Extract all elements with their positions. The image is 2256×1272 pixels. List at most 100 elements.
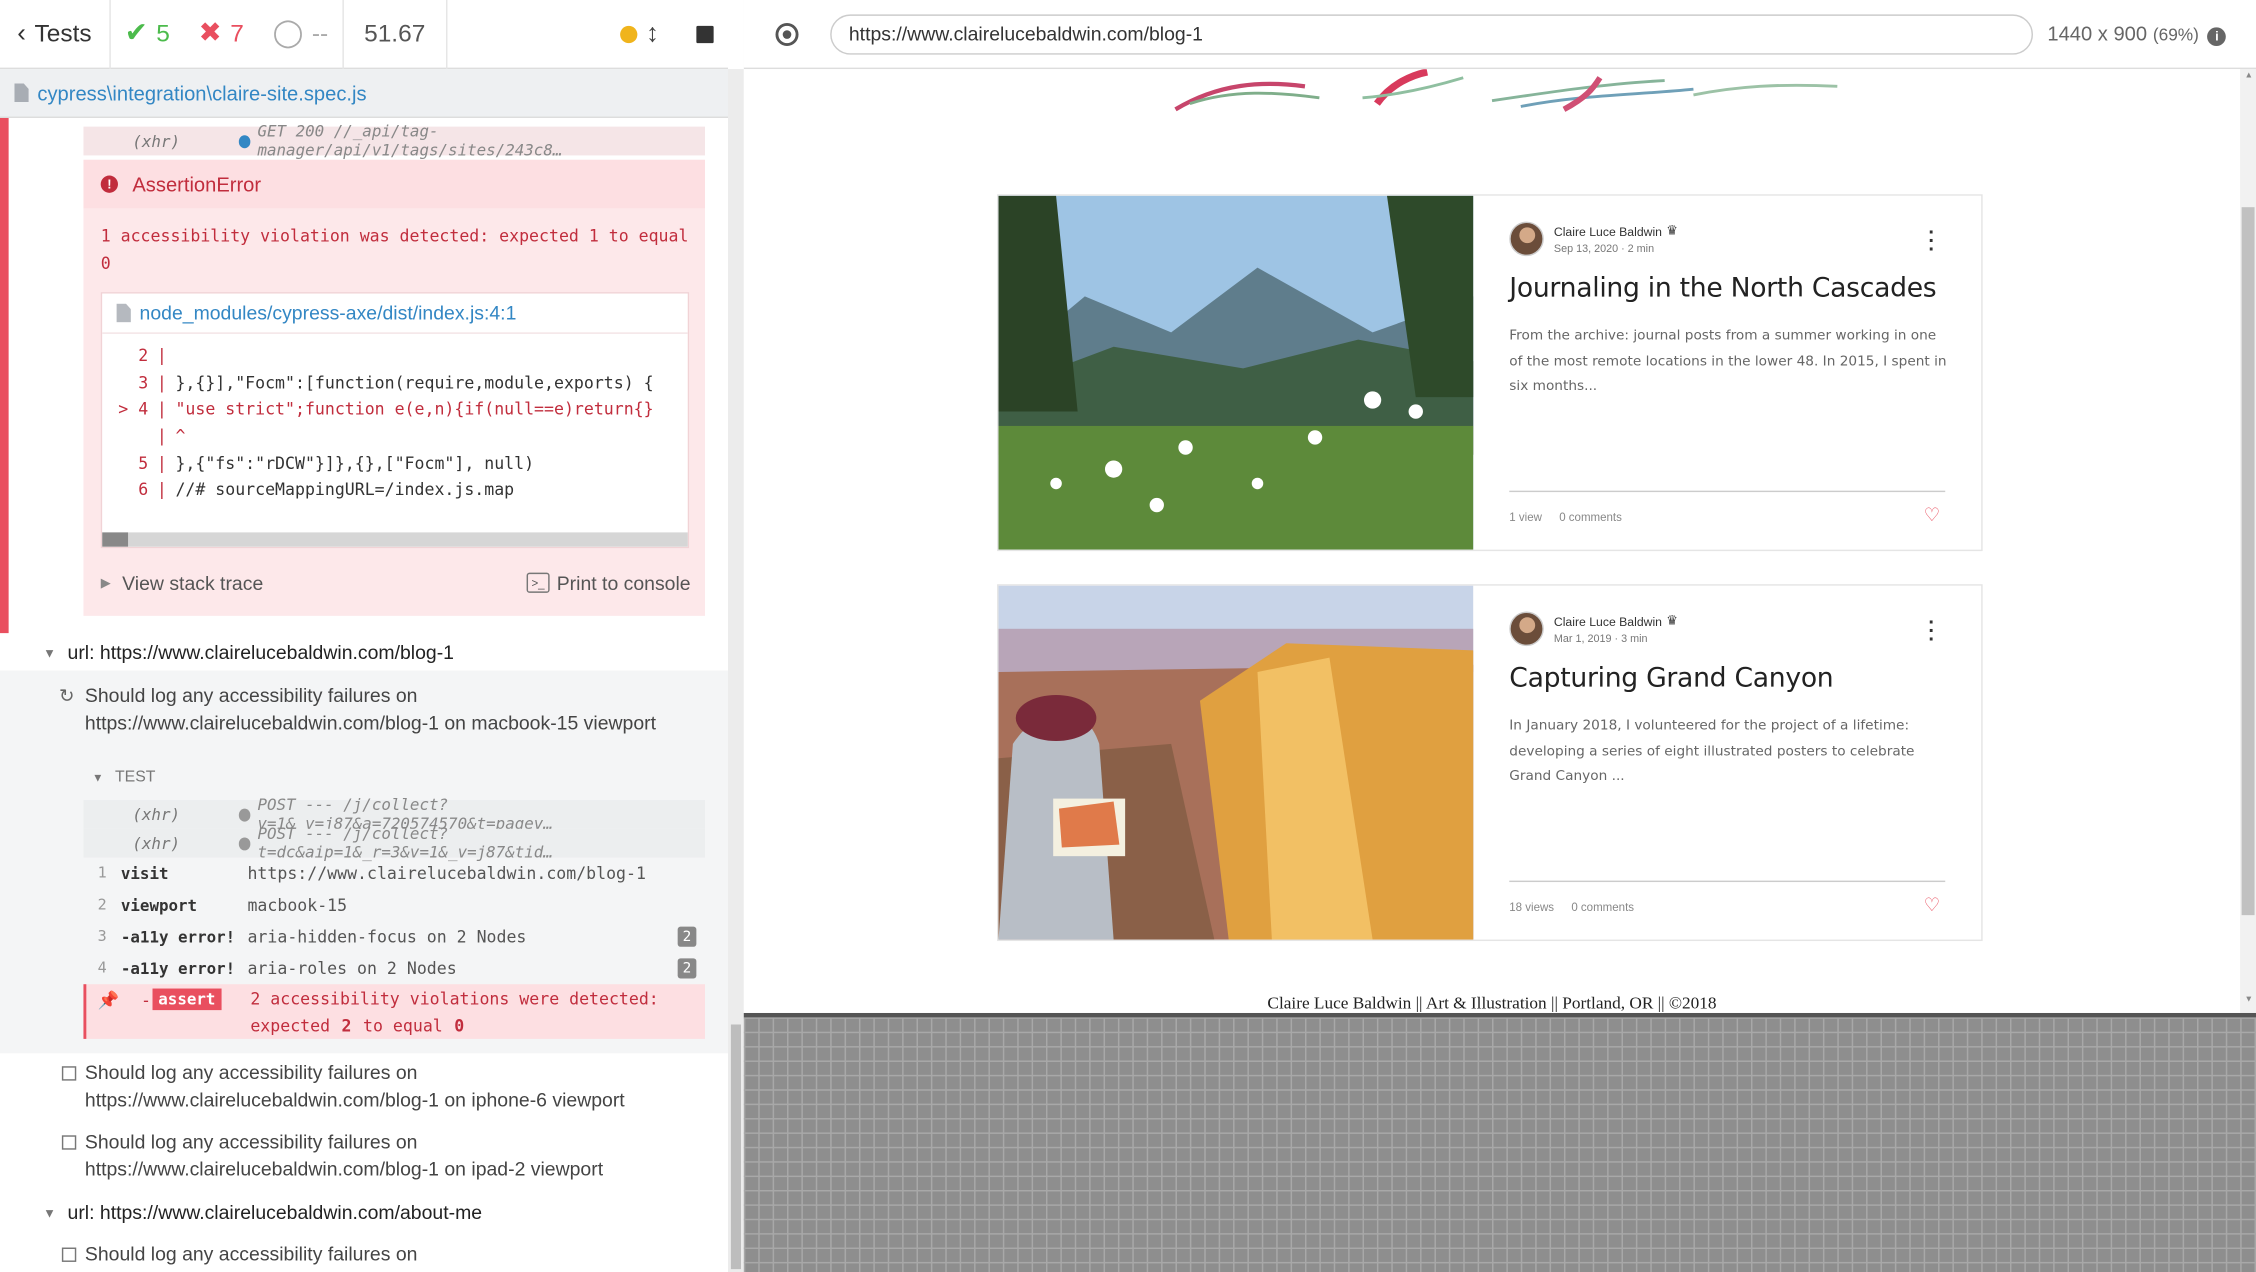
blog-post-card[interactable]: Claire Luce Baldwin ♛ Mar 1, 2019 · 3 min… [997,584,1983,942]
scroll-down-icon[interactable]: ▼ [2244,996,2253,1005]
comment-count[interactable]: 0 comments [1559,511,1622,524]
author-name[interactable]: Claire Luce Baldwin [1554,614,1662,628]
assert-badge: assert [152,988,222,1011]
spec-path[interactable]: cypress\integration\claire-site.spec.js [37,81,366,104]
blog-post-card[interactable]: Claire Luce Baldwin ♛ Sep 13, 2020 · 2 mi… [997,194,1983,552]
code-frame: node_modules/cypress-axe/dist/index.js:4… [100,292,690,549]
test-title[interactable]: Should log any accessibility failures on… [85,682,661,737]
reporter-header: ‹ Tests ✔ 5 ✖ 7 ◯ -- 51.67 ↕ [0,0,729,70]
suite-blog-1[interactable]: ▼ url: https://www.clairelucebaldwin.com… [43,642,454,664]
post-author[interactable]: Claire Luce Baldwin ♛ Mar 1, 2019 · 3 min [1509,611,1948,647]
command-message: macbook-15 [247,895,348,916]
code-scrollbar[interactable] [102,532,688,547]
xhr-label: (xhr) [132,131,181,151]
pending-count: ◯ -- [258,0,342,68]
caret-down-icon: ▼ [92,770,104,784]
test-about-me[interactable]: Should log any accessibility failures on [85,1240,661,1267]
floral-banner-image [1174,69,1838,112]
tests-button[interactable]: ‹ Tests [0,0,111,69]
command-row[interactable]: 3 -a11y error! aria-hidden-focus on 2 No… [83,921,705,953]
command-row[interactable]: 2 viewport macbook-15 [83,889,705,921]
view-count: 1 view [1509,510,1542,524]
code-file-link[interactable]: node_modules/cypress-axe/dist/index.js:4… [140,302,517,324]
file-icon [14,83,29,103]
tests-label: Tests [34,19,92,47]
post-image-meadow[interactable] [998,195,1474,550]
more-options-icon[interactable]: · · · [1928,222,1935,259]
viewport-info[interactable]: 1440 x 900 (69%) i [2047,22,2227,47]
scrollbar-thumb[interactable] [102,532,129,547]
error-message: 1 accessibility violation was detected: … [100,225,689,274]
aut-header: https://www.clairelucebaldwin.com/blog-1… [743,0,2256,70]
refresh-running-icon: ↻ [58,684,75,707]
post-author[interactable]: Claire Luce Baldwin ♛ Sep 13, 2020 · 2 mi… [1509,221,1948,257]
like-heart-icon[interactable]: ♡ [1924,894,1941,917]
url-display[interactable]: https://www.clairelucebaldwin.com/blog-1 [830,13,2033,54]
xhr-log[interactable]: (xhr) GET 200 //_api/tag-manager/api/v1/… [83,122,706,160]
xhr-text: POST --- /j/collect?t=dc&aip=1&_r=3&v=1&… [257,824,553,862]
test-section-label[interactable]: ▼ TEST [92,768,155,785]
print-to-console-button[interactable]: >_ Print to console [526,572,691,594]
scroll-up-icon[interactable]: ▲ [2244,72,2253,81]
passed-number: 5 [156,19,170,47]
scrollbar-thumb[interactable] [2241,207,2255,916]
status-dot-icon [238,807,251,821]
code-line: 6 |//# sourceMappingURL=/index.js.map [102,476,688,503]
test-iphone-6[interactable]: Should log any accessibility failures on… [85,1059,661,1114]
command-name: viewport [120,895,198,915]
avatar[interactable] [1509,221,1544,257]
spec-file-bar[interactable]: cypress\integration\claire-site.spec.js [0,69,729,118]
auto-scroll-icon[interactable]: ↕ [646,19,659,49]
code-line: 2 | [102,342,688,369]
author-name[interactable]: Claire Luce Baldwin [1554,224,1662,238]
error-body: 1 accessibility violation was detected: … [83,208,706,616]
command-row[interactable]: 4 -a11y error! aria-roles on 2 Nodes 2 [83,953,705,985]
command-message: https://www.clairelucebaldwin.com/blog-1 [247,863,646,884]
test-checkbox-icon [61,1247,77,1262]
command-number: 3 [97,928,107,946]
command-name: -a11y error! [120,959,236,978]
xhr-label: (xhr) [132,805,181,824]
avatar[interactable] [1509,611,1544,647]
test-ipad-2[interactable]: Should log any accessibility failures on… [85,1128,661,1183]
cypress-runner: ‹ Tests ✔ 5 ✖ 7 ◯ -- 51.67 ↕ cypress\int… [0,0,2256,1272]
xhr-log[interactable]: (xhr) POST --- /j/collect?t=dc&aip=1&_r=… [83,824,706,862]
like-heart-icon[interactable]: ♡ [1924,504,1941,527]
post-title[interactable]: Journaling in the North Cascades [1509,273,1948,303]
comment-count[interactable]: 0 comments [1571,901,1634,914]
assert-expected: expected 2 to equal 0 [250,1016,475,1036]
expected-word: expected [250,1015,331,1037]
chevron-left-icon: ‹ [17,18,26,48]
code-frame-file[interactable]: node_modules/cypress-axe/dist/index.js:4… [102,294,688,334]
command-row[interactable]: 1 visit https://www.clairelucebaldwin.co… [83,858,705,890]
assert-message: 2 accessibility violations were detected… [250,988,659,1009]
more-options-icon[interactable]: · · · [1928,612,1935,649]
page-scrollbar[interactable]: ▲ ▼ [2240,69,2256,1013]
post-date: Sep 13, 2020 [1553,241,1619,255]
viewport-background [743,1012,2256,1272]
code-line-highlighted: > 4 | "use strict";function e(e,n){if(null… [102,396,688,423]
post-stats: 1 view 0 comments [1509,511,1639,524]
post-stats: 18 views 0 comments [1509,901,1651,914]
stop-button[interactable] [696,25,714,43]
suite-title: url: https://www.clairelucebaldwin.com/b… [67,641,455,664]
suite-about-me[interactable]: ▼ url: https://www.clairelucebaldwin.com… [43,1201,482,1223]
error-title: AssertionError [132,172,262,196]
crown-icon: ♛ [1666,223,1678,238]
post-title[interactable]: Capturing Grand Canyon [1509,663,1948,693]
xhr-text: GET 200 //_api/tag-manager/api/v1/tags/s… [257,122,563,160]
post-image-canyon[interactable] [998,585,1474,940]
selector-playground-icon[interactable] [775,22,799,46]
scrollbar-thumb[interactable] [730,1024,741,1270]
failed-number: 7 [230,19,244,47]
line-number: > 4 [118,399,149,420]
caret-right-icon[interactable]: ▶ [101,575,111,591]
assert-command-failed[interactable]: 📌 - assert 2 accessibility violations we… [83,984,706,1039]
failed-count: ✖ 7 [184,0,258,68]
read-time: 3 min [1621,631,1648,645]
reporter-scrollbar[interactable] [728,69,744,1272]
info-icon: i [2207,27,2227,47]
view-stack-trace-toggle[interactable]: View stack trace [122,572,263,594]
xhr-label: (xhr) [132,833,181,853]
post-date: Mar 1, 2019 [1553,631,1612,645]
